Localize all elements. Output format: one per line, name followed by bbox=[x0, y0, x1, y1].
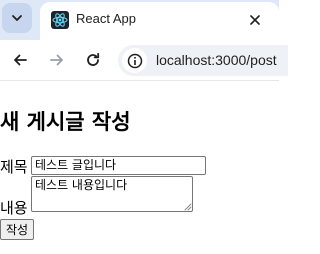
browser-toolbar: localhost:3000/post bbox=[0, 40, 288, 81]
browser-tab[interactable]: React App bbox=[40, 2, 279, 40]
reload-icon bbox=[87, 52, 100, 66]
tab-close-button[interactable] bbox=[245, 10, 265, 30]
site-info-button[interactable] bbox=[122, 48, 147, 73]
arrow-right-icon bbox=[50, 54, 63, 66]
react-logo-icon bbox=[51, 11, 69, 29]
reload-button[interactable] bbox=[79, 46, 107, 74]
resize-grip-icon[interactable] bbox=[182, 201, 192, 211]
title-label: 제목 bbox=[0, 158, 28, 176]
tab-title: React App bbox=[76, 11, 136, 26]
address-bar[interactable]: localhost:3000/post bbox=[118, 45, 288, 76]
content-textarea[interactable]: 테스트 내용입니다 bbox=[31, 176, 193, 212]
title-input[interactable]: 테스트 글입니다 bbox=[31, 156, 206, 175]
arrow-left-icon bbox=[14, 54, 27, 66]
submit-button[interactable]: 작성 bbox=[0, 219, 35, 240]
browser-tab-strip: React App bbox=[0, 0, 279, 40]
back-button[interactable] bbox=[6, 46, 34, 74]
page-title: 새 게시글 작성 bbox=[0, 110, 131, 134]
tab-search-button[interactable] bbox=[2, 3, 32, 33]
chevron-down-icon bbox=[12, 15, 22, 21]
info-icon bbox=[127, 53, 142, 68]
close-icon bbox=[250, 15, 260, 25]
forward-button[interactable] bbox=[43, 46, 71, 74]
url-text: localhost:3000/post bbox=[156, 52, 277, 68]
content-label: 내용 bbox=[0, 199, 28, 217]
